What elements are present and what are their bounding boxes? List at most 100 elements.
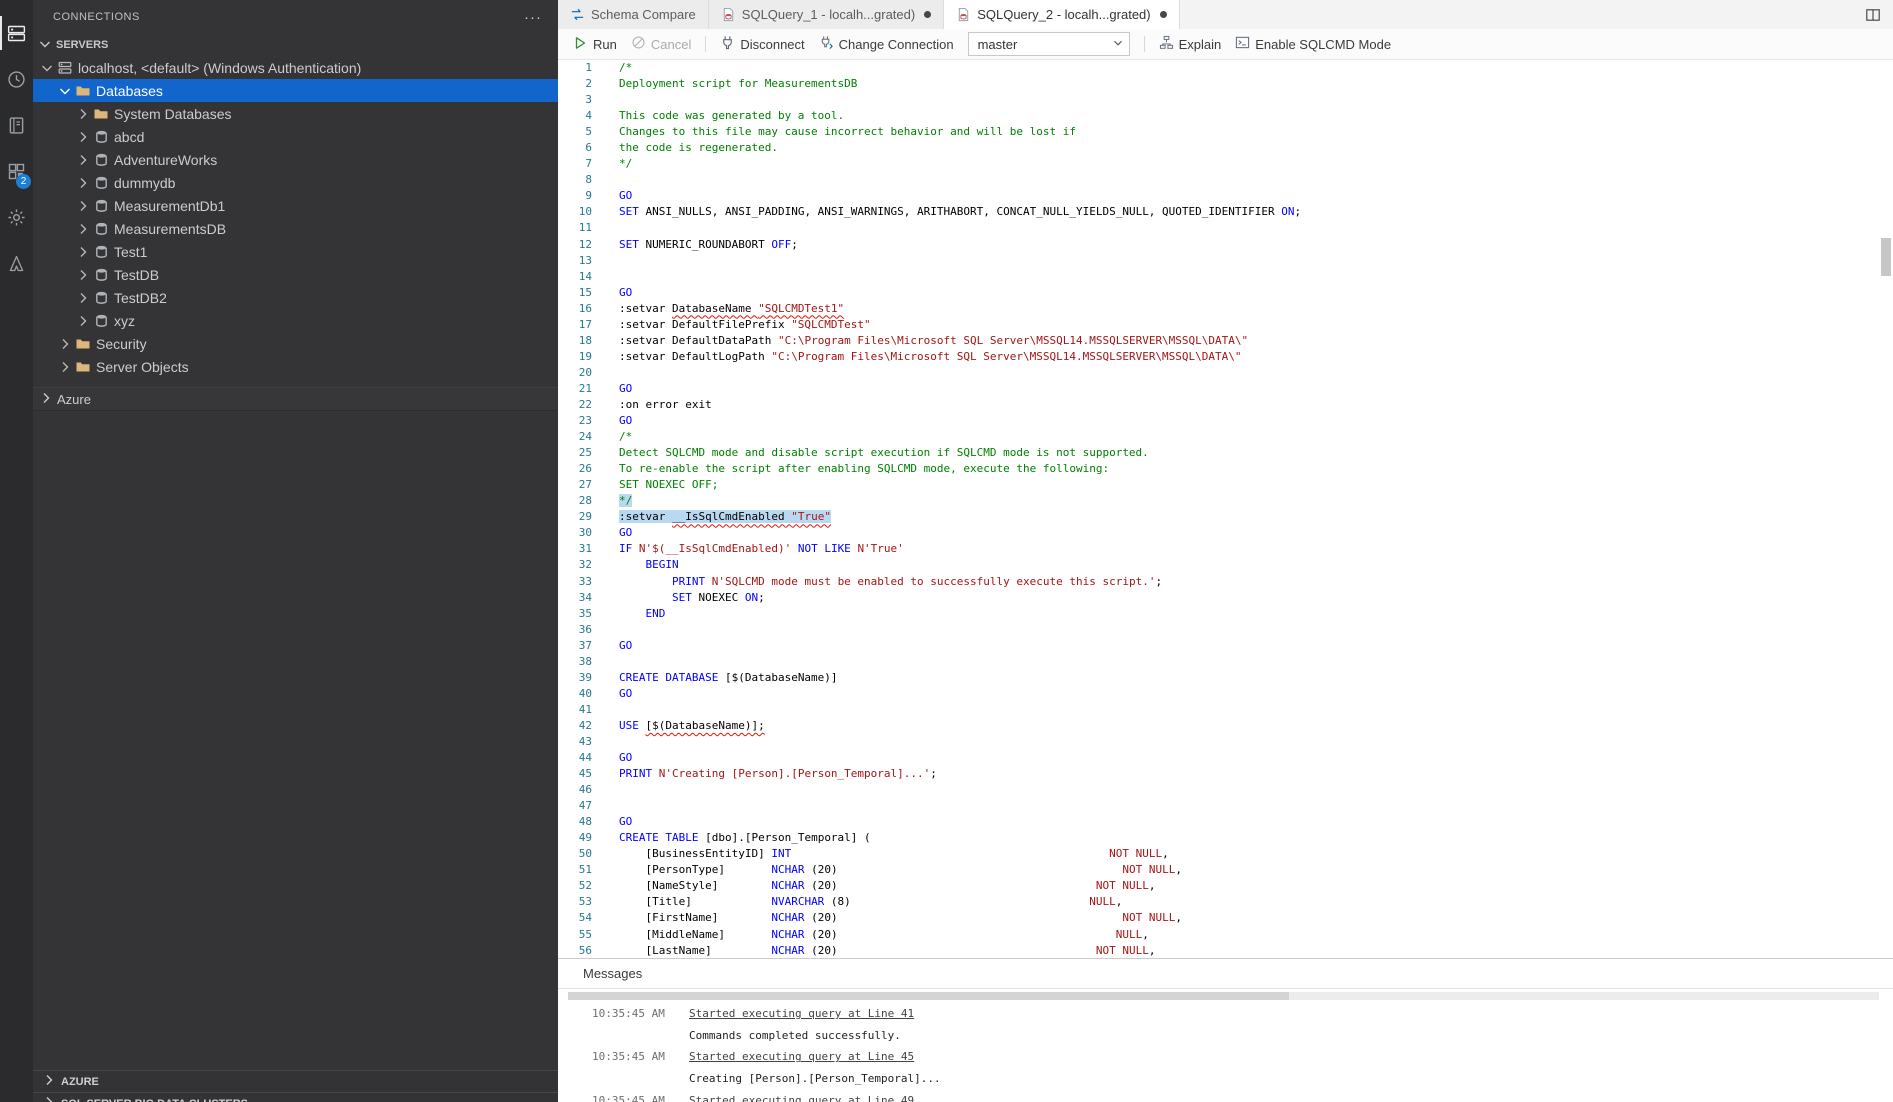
code-line[interactable]: 3 [558, 92, 1893, 108]
chevron-down-icon[interactable] [39, 60, 55, 76]
chevron-right-icon[interactable] [75, 106, 91, 122]
code-line[interactable]: 28*/ [558, 493, 1893, 509]
code-line[interactable]: 12SET NUMERIC_ROUNDABORT OFF; [558, 237, 1893, 253]
code-line[interactable]: 23GO [558, 413, 1893, 429]
tree-item[interactable]: abcd [33, 125, 558, 148]
code-line[interactable]: 37GO [558, 638, 1893, 654]
servers-section-header[interactable]: SERVERS [33, 34, 558, 56]
tree-item[interactable]: Databases [33, 79, 558, 102]
code-line[interactable]: 18:setvar DefaultDataPath "C:\Program Fi… [558, 333, 1893, 349]
code-line[interactable]: 19:setvar DefaultLogPath "C:\Program Fil… [558, 349, 1893, 365]
tree-item[interactable]: Test1 [33, 240, 558, 263]
code-line[interactable]: 15GO [558, 285, 1893, 301]
code-line[interactable]: 33 PRINT N'SQLCMD mode must be enabled t… [558, 574, 1893, 590]
tree-item[interactable]: TestDB2 [33, 286, 558, 309]
code-line[interactable]: 25Detect SQLCMD mode and disable script … [558, 445, 1893, 461]
tree-item[interactable]: TestDB [33, 263, 558, 286]
code-line[interactable]: 46 [558, 782, 1893, 798]
run-button[interactable]: Run [572, 35, 617, 54]
message-row[interactable]: Creating [Person].[Person_Temporal]... [592, 1068, 1893, 1090]
code-line[interactable]: 27SET NOEXEC OFF; [558, 477, 1893, 493]
code-line[interactable]: 47 [558, 798, 1893, 814]
chevron-right-icon[interactable] [75, 152, 91, 168]
code-line[interactable]: 24/* [558, 429, 1893, 445]
change-connection-button[interactable]: Change Connection [819, 35, 954, 53]
section-header-sql-server-big-data-clusters[interactable]: SQL SERVER BIG DATA CLUSTERS [33, 1092, 558, 1102]
code-line[interactable]: 36 [558, 622, 1893, 638]
activity-notebooks-icon[interactable] [0, 102, 33, 148]
code-line[interactable]: 26To re-enable the script after enabling… [558, 461, 1893, 477]
code-line[interactable]: 45PRINT N'Creating [Person].[Person_Temp… [558, 766, 1893, 782]
code-line[interactable]: 39CREATE DATABASE [$(DatabaseName)] [558, 670, 1893, 686]
chevron-right-icon[interactable] [75, 313, 91, 329]
code-line[interactable]: 31IF N'$(__IsSqlCmdEnabled)' NOT LIKE N'… [558, 541, 1893, 557]
message-link[interactable]: Started executing query at Line 49 [689, 1094, 914, 1102]
chevron-right-icon[interactable] [75, 267, 91, 283]
code-line[interactable]: 22:on error exit [558, 397, 1893, 413]
chevron-right-icon[interactable] [75, 244, 91, 260]
code-line[interactable]: 14 [558, 269, 1893, 285]
chevron-right-icon[interactable] [57, 336, 73, 352]
code-line[interactable]: 48GO [558, 814, 1893, 830]
code-line[interactable]: 20 [558, 365, 1893, 381]
code-line[interactable]: 50 [BusinessEntityID] INT NOT NULL, [558, 846, 1893, 862]
code-line[interactable]: 4This code was generated by a tool. [558, 108, 1893, 124]
chevron-right-icon[interactable] [75, 198, 91, 214]
code-line[interactable]: 56 [LastName] NCHAR (20) NOT NULL, [558, 943, 1893, 958]
code-line[interactable]: 16:setvar DatabaseName "SQLCMDTest1" [558, 301, 1893, 317]
activity-query-history-icon[interactable] [0, 56, 33, 102]
message-link[interactable]: Started executing query at Line 45 [689, 1050, 914, 1063]
activity-extensions-icon[interactable]: 2 [0, 148, 33, 194]
azure-section-header[interactable]: Azure [33, 387, 558, 411]
code-line[interactable]: 38 [558, 654, 1893, 670]
cancel-button[interactable]: Cancel [631, 35, 691, 53]
activity-azure-icon[interactable] [0, 240, 33, 286]
code-line[interactable]: 21GO [558, 381, 1893, 397]
message-row[interactable]: 10:35:45 AMStarted executing query at Li… [592, 1089, 1893, 1102]
explain-button[interactable]: Explain [1159, 35, 1222, 53]
chevron-right-icon[interactable] [75, 175, 91, 191]
code-line[interactable]: 34 SET NOEXEC ON; [558, 590, 1893, 606]
code-line[interactable]: 32 BEGIN [558, 557, 1893, 573]
split-editor-button[interactable] [1865, 7, 1881, 23]
code-line[interactable]: 13 [558, 253, 1893, 269]
code-line[interactable]: 49CREATE TABLE [dbo].[Person_Temporal] ( [558, 830, 1893, 846]
code-line[interactable]: 5Changes to this file may cause incorrec… [558, 124, 1893, 140]
tree-item[interactable]: System Databases [33, 102, 558, 125]
code-line[interactable]: 54 [FirstName] NCHAR (20) NOT NULL, [558, 910, 1893, 926]
enable-sqlcmd-button[interactable]: Enable SQLCMD Mode [1235, 35, 1391, 53]
scrollbar-thumb[interactable] [1881, 238, 1891, 276]
message-row[interactable]: 10:35:45 AMStarted executing query at Li… [592, 1046, 1893, 1068]
message-row[interactable]: Commands completed successfully. [592, 1025, 1893, 1047]
tree-item[interactable]: MeasurementsDB [33, 217, 558, 240]
code-line[interactable]: 35 END [558, 606, 1893, 622]
sql-editor[interactable]: 1/*2Deployment script for MeasurementsDB… [558, 60, 1893, 958]
chevron-down-icon[interactable] [57, 83, 73, 99]
tab-sqlquery-2-localh-grated[interactable]: SQLQuery_2 - localh...grated) [944, 0, 1179, 29]
code-line[interactable]: 2Deployment script for MeasurementsDB [558, 76, 1893, 92]
tree-item[interactable]: localhost, <default> (Windows Authentica… [33, 56, 558, 79]
disconnect-button[interactable]: Disconnect [720, 35, 804, 53]
code-line[interactable]: 52 [NameStyle] NCHAR (20) NOT NULL, [558, 878, 1893, 894]
more-actions-button[interactable]: ··· [524, 9, 542, 26]
tree-item[interactable]: xyz [33, 309, 558, 332]
code-line[interactable]: 17:setvar DefaultFilePrefix "SQLCMDTest" [558, 317, 1893, 333]
code-line[interactable]: 55 [MiddleName] NCHAR (20) NULL, [558, 927, 1893, 943]
tree-item[interactable]: AdventureWorks [33, 148, 558, 171]
tree-item[interactable]: dummydb [33, 171, 558, 194]
code-line[interactable]: 9GO [558, 188, 1893, 204]
code-line[interactable]: 6the code is regenerated. [558, 140, 1893, 156]
code-line[interactable]: 41 [558, 702, 1893, 718]
message-row[interactable]: 10:35:45 AMStarted executing query at Li… [592, 1003, 1893, 1025]
tab-messages[interactable]: Messages [583, 966, 642, 981]
activity-connections-icon[interactable] [0, 10, 33, 56]
code-line[interactable]: 8 [558, 172, 1893, 188]
tab-schema-compare[interactable]: Schema Compare [558, 0, 709, 29]
code-line[interactable]: 42USE [$(DatabaseName)]; [558, 718, 1893, 734]
tree-item[interactable]: Security [33, 332, 558, 355]
database-dropdown[interactable]: master [968, 32, 1130, 56]
code-line[interactable]: 44GO [558, 750, 1893, 766]
code-line[interactable]: 1/* [558, 60, 1893, 76]
code-line[interactable]: 11 [558, 220, 1893, 236]
scrollbar-thumb[interactable] [568, 992, 1289, 1000]
